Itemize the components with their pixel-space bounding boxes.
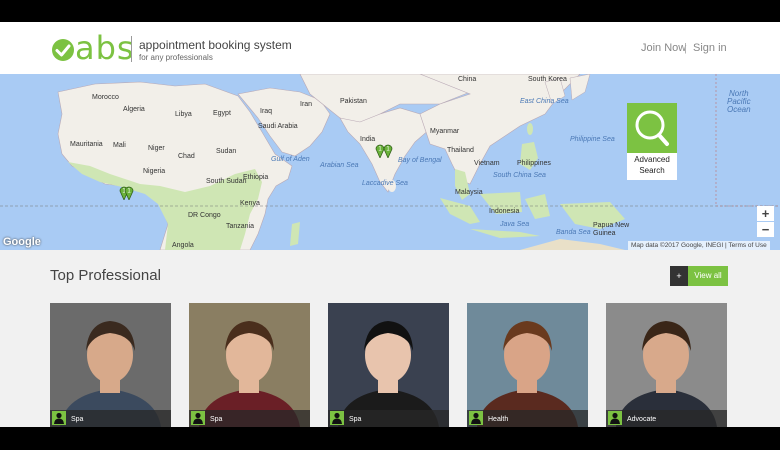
map-label-philippines: Philippines: [517, 160, 551, 167]
zoom-in-button[interactable]: +: [757, 206, 774, 221]
map-label-india: India: [360, 136, 376, 143]
person-icon: [52, 411, 66, 425]
tagline-sub: for any professionals: [139, 53, 213, 62]
map-label-thailand: Thailand: [447, 147, 474, 154]
map-label-angola: Angola: [172, 242, 194, 249]
category-label: Advocate: [627, 416, 657, 423]
professional-card[interactable]: Spa: [189, 303, 310, 427]
map-label-malaysia: Malaysia: [455, 189, 483, 196]
map-label-myanmar: Myanmar: [430, 128, 460, 135]
professional-photo: [189, 303, 310, 427]
map-label-philippine-sea: Philippine Sea: [570, 136, 615, 143]
category-bar: [328, 410, 449, 427]
map-label-banda-sea: Banda Sea: [556, 229, 591, 236]
map-label-kenya: Kenya: [240, 200, 260, 207]
professional-photo: [50, 303, 171, 427]
map-label-south-korea: South Korea: [528, 76, 567, 83]
view-all-label: View all: [688, 266, 728, 286]
map-label-niger: Niger: [148, 145, 165, 152]
category-bar: [189, 410, 310, 427]
logo-text[interactable]: abs: [75, 31, 135, 65]
map-label-java-sea: Java Sea: [500, 221, 530, 228]
map-label-iran: Iran: [300, 101, 313, 108]
person-icon: [469, 411, 483, 425]
section-title: Top Professional: [50, 267, 161, 284]
map-label-saudi-arabia: Saudi Arabia: [258, 123, 298, 130]
plus-icon: +: [670, 266, 688, 286]
app-frame: abs appointment booking system for any p…: [0, 22, 780, 427]
check-logo-icon: [52, 39, 74, 61]
map-label-morocco: Morocco: [92, 94, 119, 101]
map-label-laccadive: Laccadive Sea: [362, 180, 408, 187]
logo-divider: [131, 36, 132, 62]
professional-photo: [467, 303, 588, 427]
category-label: Health: [488, 416, 509, 423]
person-icon: [191, 411, 205, 425]
map-label-south-china-sea: South China Sea: [493, 172, 546, 179]
professional-photo: [606, 303, 727, 427]
map-pin-icon[interactable]: 1: [124, 184, 134, 200]
person-icon: [330, 411, 344, 425]
map-label-indonesia: Indonesia: [489, 208, 520, 215]
map-label-east-china-sea: East China Sea: [520, 98, 569, 105]
category-bar: [467, 410, 588, 427]
join-now-link[interactable]: Join Now: [641, 42, 686, 54]
map-label-arabian-sea: Arabian Sea: [320, 162, 359, 169]
professional-card[interactable]: Health: [467, 303, 588, 427]
advanced-search-label: Advanced Search: [634, 155, 670, 175]
zoom-out-button[interactable]: −: [757, 222, 774, 237]
search-icon: [627, 103, 677, 153]
nav-separator: |: [684, 42, 687, 54]
category-label: Spa: [210, 416, 223, 423]
map-label-mauritania: Mauritania: [70, 141, 103, 148]
person-icon: [608, 411, 622, 425]
map-view[interactable]: Morocco Algeria Libya Egypt Mauritania M…: [0, 74, 780, 250]
map-label-tanzania: Tanzania: [226, 223, 255, 230]
professional-card[interactable]: Spa: [50, 303, 171, 427]
professional-photo: [328, 303, 449, 427]
site-header: abs appointment booking system for any p…: [0, 22, 780, 74]
tagline-main: appointment booking system: [139, 38, 292, 52]
map-label-algeria: Algeria: [123, 106, 145, 113]
map-label-nigeria: Nigeria: [143, 168, 166, 175]
google-logo: Google: [3, 236, 41, 248]
category-bar: [606, 410, 727, 427]
map-label-chad: Chad: [178, 153, 195, 160]
map-credits[interactable]: Map data ©2017 Google, INEGI | Terms of …: [628, 241, 770, 250]
map-label-gulf-aden: Gulf of Aden: [271, 156, 310, 163]
category-label: Spa: [349, 416, 362, 423]
advanced-search-button[interactable]: Advanced Search: [627, 103, 677, 180]
map-label-vietnam: Vietnam: [474, 160, 500, 167]
map-label-north-pacific: North Pacific Ocean: [727, 89, 751, 114]
map-label-bay-bengal: Bay of Bengal: [398, 157, 442, 164]
map-label-ethiopia: Ethiopia: [243, 174, 269, 181]
map-label-iraq: Iraq: [260, 108, 273, 115]
map-label-south-sudan: South Sudan: [206, 178, 247, 185]
map-label-pakistan: Pakistan: [340, 98, 367, 105]
professional-card[interactable]: Advocate: [606, 303, 727, 427]
map-label-papua: Papua New Guinea: [593, 222, 630, 237]
professional-card[interactable]: Spa: [328, 303, 449, 427]
map-label-sudan: Sudan: [216, 148, 237, 155]
sign-in-link[interactable]: Sign in: [693, 42, 727, 54]
map-label-dr-congo: DR Congo: [188, 212, 221, 219]
map-label-mali: Mali: [113, 142, 126, 149]
map-label-libya: Libya: [175, 111, 192, 118]
map-label-egypt: Egypt: [213, 110, 231, 117]
map-pin-icon[interactable]: 1: [383, 142, 393, 158]
category-bar: [50, 410, 171, 427]
category-label: Spa: [71, 416, 84, 423]
map-label-china: China: [458, 76, 477, 83]
